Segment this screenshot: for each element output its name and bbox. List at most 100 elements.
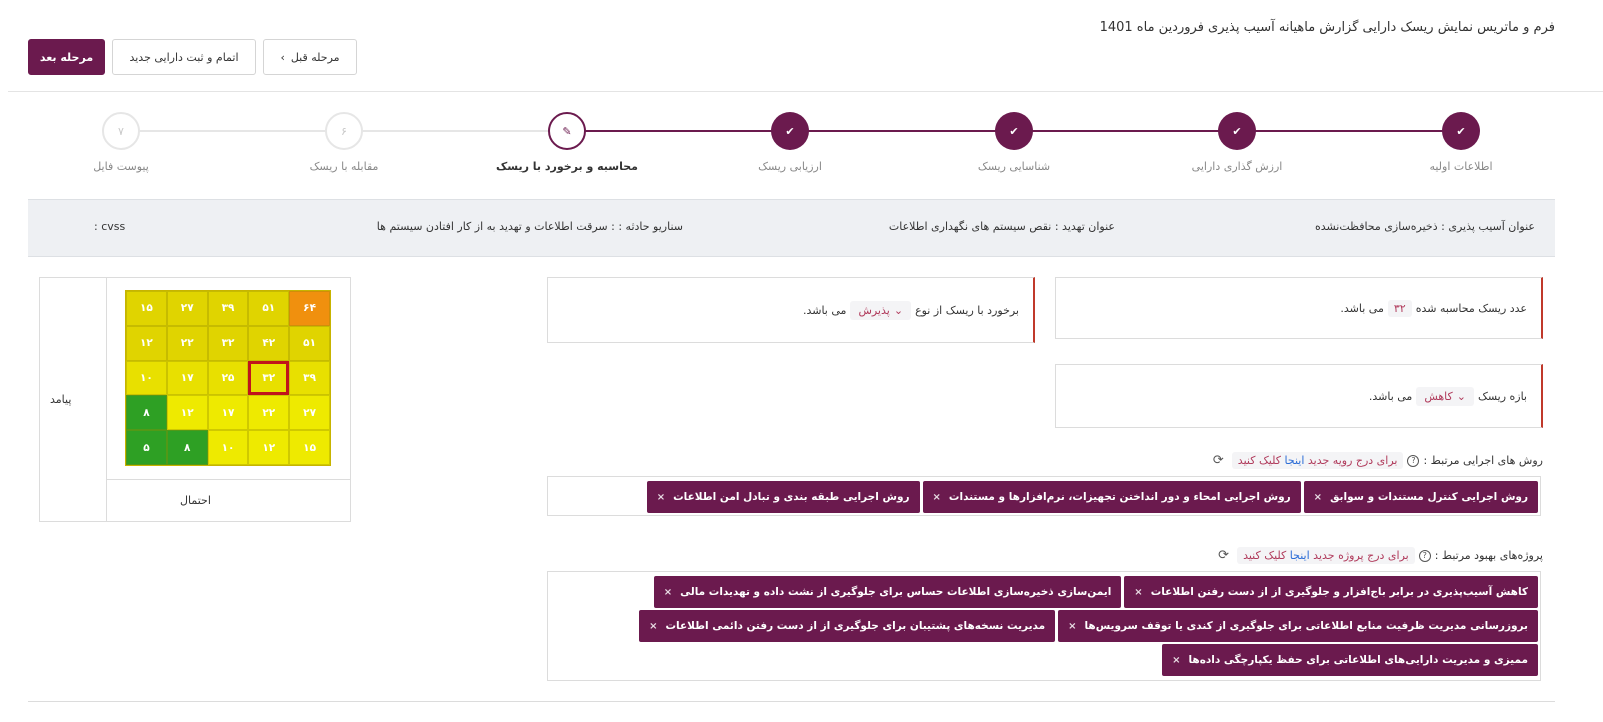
- procedures-hint: برای درج رویه جدید اینجا کلیک کنید: [1231, 452, 1404, 469]
- incident-scenario: سناریو حادثه : : سرقت اطلاعات و تهدید به…: [376, 220, 683, 233]
- risk-range-prefix: بازه ریسک: [1477, 389, 1527, 403]
- matrix-divider: [106, 479, 350, 480]
- matrix-y-axis-label: پیامد: [50, 393, 72, 406]
- risk-treatment-box: برخورد با ریسک از نوع ⌄ پذیرش می باشد.: [547, 277, 1035, 343]
- chevron-left-icon: ‹: [280, 50, 285, 64]
- risk-matrix: پیامد احتمال ۱۵ ۲۷ ۳۹ ۵۱ ۶۴ ۱۲ ۲۲ ۳۲ ۴۲ ۵۱ ۱۰ ۱۷ ۲۵ ۳…: [39, 277, 351, 522]
- risk-number-prefix: عدد ریسک محاسبه شده: [1415, 301, 1527, 315]
- stepper-connector: [790, 130, 1014, 132]
- matrix-cell: ۱۲: [248, 430, 290, 465]
- close-icon[interactable]: ×: [657, 492, 665, 503]
- projects-hint-suffix: کلیک کنید: [1243, 549, 1287, 562]
- tag-label: روش اجرایی طبقه بندی و تبادل امن اطلاعات: [673, 491, 910, 503]
- finish-and-new-asset-button[interactable]: اتمام و ثبت دارایی جدید: [112, 39, 256, 75]
- matrix-divider: [106, 278, 107, 521]
- matrix-cell: ۲۲: [248, 395, 290, 431]
- close-icon[interactable]: ×: [1068, 621, 1076, 632]
- stepper-connector: [121, 130, 344, 132]
- step-label[interactable]: ارزیابی ریسک: [758, 160, 822, 173]
- risk-range-select[interactable]: ⌄ کاهش: [1416, 386, 1474, 406]
- help-icon[interactable]: ?: [1407, 454, 1420, 467]
- procedures-tag-box[interactable]: روش اجرایی کنترل مستندات و سوابق × روش اجر…: [547, 476, 1541, 516]
- matrix-cell: ۳۹: [207, 291, 249, 326]
- close-icon[interactable]: ×: [649, 621, 657, 632]
- projects-label: پروژه‌های بهبود مرتبط :: [1434, 549, 1543, 562]
- tag-label: ایمن‌سازی ذخیره‌سازی اطلاعات حساس برای ج…: [680, 586, 1112, 598]
- procedures-tag-row: روش اجرایی کنترل مستندات و سوابق × روش اجر…: [550, 481, 1538, 513]
- risk-number-suffix: می باشد.: [1340, 301, 1384, 315]
- stepper-connector: [1014, 130, 1237, 132]
- matrix-x-axis-label: احتمال: [180, 494, 211, 507]
- matrix-cell: ۱۵: [126, 291, 167, 326]
- step-6[interactable]: ۶: [325, 112, 363, 150]
- matrix-cell: ۵۱: [289, 325, 330, 361]
- procedures-add-link[interactable]: اینجا: [1285, 454, 1305, 467]
- matrix-cell: ۲۷: [289, 395, 330, 431]
- matrix-cell: ۱۰: [207, 430, 249, 465]
- matrix-cell: ۱۵: [289, 430, 330, 465]
- tag-label: کاهش آسیب‌پذیری در برابر باج‌افزار و جلو…: [1150, 586, 1528, 598]
- projects-hint: برای درج پروژه جدید اینجا کلیک کنید: [1237, 547, 1415, 564]
- stepper-connector: [344, 130, 567, 132]
- tag-item: بروزرسانی مدیریت ظرفیت منابع اطلاعاتی بر…: [1058, 610, 1538, 642]
- step-3[interactable]: ✔: [995, 112, 1033, 150]
- step-label[interactable]: ارزش گذاری دارایی: [1192, 160, 1283, 173]
- procedures-label: روش های اجرایی مرتبط :: [1423, 454, 1543, 467]
- step-label[interactable]: شناسایی ریسک: [978, 160, 1050, 173]
- matrix-cell: ۵: [126, 430, 167, 465]
- step-label[interactable]: محاسبه و برخورد با ریسک: [496, 160, 638, 173]
- close-icon[interactable]: ×: [1314, 492, 1322, 503]
- refresh-icon[interactable]: ⟳: [1218, 548, 1229, 563]
- projects-hint-prefix: برای درج پروژه جدید: [1313, 549, 1409, 562]
- close-icon[interactable]: ×: [1172, 655, 1180, 666]
- risk-number-value: ۳۲: [1387, 299, 1412, 317]
- matrix-cell: ۳۲: [248, 360, 290, 396]
- matrix-cell: ۱۲: [166, 395, 208, 431]
- pencil-icon: ✎: [562, 124, 572, 138]
- step-4[interactable]: ✔: [771, 112, 809, 150]
- risk-treatment-select[interactable]: ⌄ پذیرش: [850, 300, 912, 320]
- step-5[interactable]: ✎: [548, 112, 586, 150]
- step-7[interactable]: ۷: [102, 112, 140, 150]
- help-icon[interactable]: ?: [1418, 549, 1431, 562]
- next-step-button[interactable]: مرحله بعد: [28, 39, 105, 75]
- projects-label-row: پروژه‌های بهبود مرتبط : ? برای درج پروژه…: [1218, 547, 1543, 564]
- step-number: ۶: [341, 124, 347, 138]
- step-1[interactable]: ✔: [1442, 112, 1480, 150]
- check-icon: ✔: [785, 124, 795, 138]
- step-label[interactable]: مقابله با ریسک: [310, 160, 379, 173]
- tag-item: روش اجرایی طبقه بندی و تبادل امن اطلاعات…: [646, 481, 920, 513]
- previous-step-button[interactable]: ‹ مرحله قبل: [263, 39, 357, 75]
- risk-treatment-suffix: می باشد.: [802, 303, 847, 317]
- matrix-cell: ۸: [166, 430, 208, 465]
- projects-tag-box[interactable]: کاهش آسیب‌پذیری در برابر باج‌افزار و جلو…: [547, 571, 1541, 681]
- threat-title: عنوان تهدید : نقص سیستم های نگهداری اطلا…: [888, 220, 1115, 233]
- header-divider: [8, 91, 1603, 92]
- matrix-cell: ۸: [126, 395, 167, 431]
- step-number: ۷: [118, 124, 124, 138]
- close-icon[interactable]: ×: [664, 587, 672, 598]
- projects-tag-row: ممیزی و مدیریت دارایی‌های اطلاعاتی برای …: [550, 644, 1538, 676]
- tag-label: مدیریت نسخه‌های پشتیبان برای جلوگیری از …: [665, 620, 1046, 632]
- matrix-cell: ۱۷: [166, 360, 208, 396]
- refresh-icon[interactable]: ⟳: [1213, 453, 1224, 468]
- tag-item: ممیزی و مدیریت دارایی‌های اطلاعاتی برای …: [1162, 644, 1538, 676]
- chevron-down-icon: ⌄: [893, 303, 904, 317]
- info-bar: عنوان آسیب پذیری : ذخیره‌سازی محافظت‌نشد…: [28, 199, 1555, 257]
- risk-treatment-prefix: برخورد با ریسک از نوع: [915, 303, 1019, 317]
- matrix-cell: ۳۹: [289, 360, 330, 396]
- tag-label: بروزرسانی مدیریت ظرفیت منابع اطلاعاتی بر…: [1084, 620, 1528, 632]
- tag-label: ممیزی و مدیریت دارایی‌های اطلاعاتی برای …: [1188, 654, 1528, 666]
- step-label[interactable]: اطلاعات اولیه: [1429, 160, 1492, 173]
- projects-tag-row: کاهش آسیب‌پذیری در برابر باج‌افزار و جلو…: [550, 576, 1538, 608]
- tag-label: روش اجرایی کنترل مستندات و سوابق: [1330, 491, 1528, 503]
- check-icon: ✔: [1456, 124, 1466, 138]
- matrix-cell: ۱۰: [126, 360, 167, 396]
- close-icon[interactable]: ×: [1134, 587, 1142, 598]
- close-icon[interactable]: ×: [933, 492, 941, 503]
- procedures-hint-prefix: برای درج رویه جدید: [1307, 454, 1398, 467]
- projects-add-link[interactable]: اینجا: [1290, 549, 1310, 562]
- step-2[interactable]: ✔: [1218, 112, 1256, 150]
- step-label[interactable]: پیوست فایل: [93, 160, 149, 173]
- tag-item: مدیریت نسخه‌های پشتیبان برای جلوگیری از …: [639, 610, 1056, 642]
